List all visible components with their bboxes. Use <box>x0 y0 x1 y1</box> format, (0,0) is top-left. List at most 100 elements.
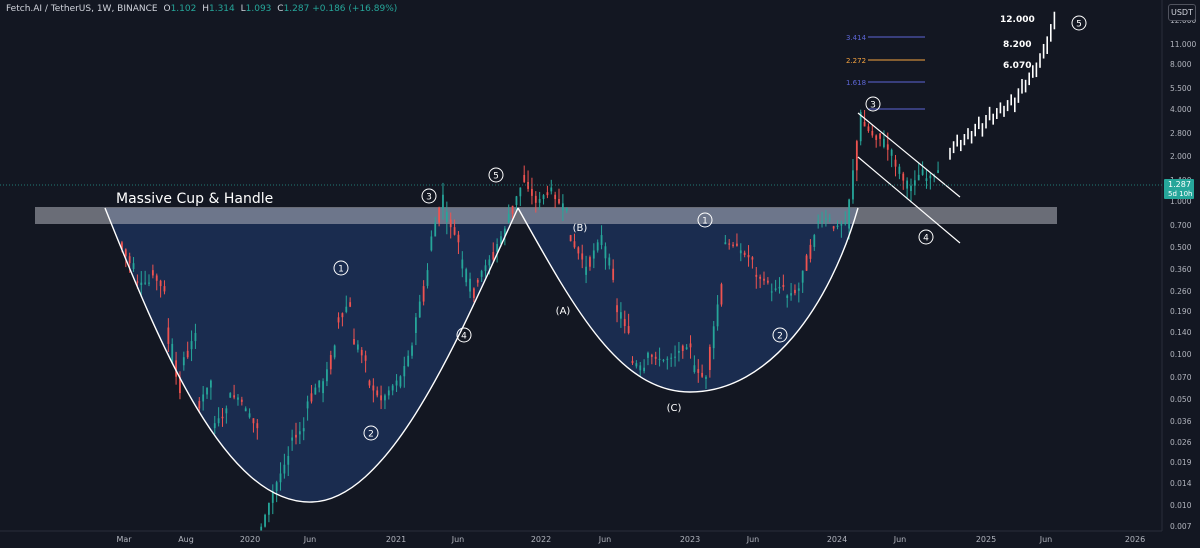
candle-body <box>151 270 154 276</box>
target-price-label: 6.070 <box>1003 61 1031 71</box>
candle-body <box>678 350 680 353</box>
change-value: +0.186 (+16.89%) <box>312 4 398 14</box>
candle-body <box>639 365 642 371</box>
candle-body <box>608 257 611 266</box>
candle-body <box>194 333 197 342</box>
candle-body <box>248 413 251 418</box>
channel-upper-line[interactable] <box>857 112 961 198</box>
channel-lower-line[interactable] <box>857 156 961 244</box>
candle-body <box>751 257 754 260</box>
candle-body <box>473 288 475 298</box>
candle-body <box>403 366 406 377</box>
candle-body <box>287 455 290 465</box>
candle-body <box>712 326 715 349</box>
candle-body <box>414 317 417 334</box>
candle-body <box>364 355 367 361</box>
time-tick-label: Mar <box>116 535 132 544</box>
candle-body <box>612 268 615 280</box>
candle-body <box>705 376 707 379</box>
candle-body <box>426 270 429 286</box>
candle-body <box>670 357 673 359</box>
candle-body <box>855 141 858 171</box>
candle-body <box>395 380 398 386</box>
candle-body <box>836 225 839 228</box>
low-value: 1.093 <box>245 4 272 14</box>
candle-body <box>523 175 526 182</box>
price-tick-label: 0.036 <box>1170 417 1192 426</box>
resistance-zone[interactable] <box>35 207 1057 224</box>
time-tick-label: Jun <box>746 535 760 544</box>
resistance-zone-layer <box>35 207 1057 224</box>
candle-body <box>650 354 653 357</box>
candle-body <box>171 343 174 363</box>
candle-body <box>894 159 897 167</box>
candle-body <box>581 253 584 260</box>
candle-body <box>264 514 266 527</box>
fib-level-label: 3.414 <box>846 34 867 42</box>
candle-body <box>476 279 479 283</box>
candle-body <box>306 401 309 409</box>
candle-body <box>438 207 441 223</box>
candle-body <box>902 173 905 181</box>
candle-body <box>674 356 676 358</box>
candle-body <box>736 243 738 246</box>
candle-body <box>380 395 382 401</box>
price-tick-label: 8.000 <box>1170 60 1192 69</box>
candle-body <box>391 385 394 391</box>
candle-body <box>573 241 576 248</box>
candle-body <box>480 271 483 277</box>
candle-body <box>318 380 321 388</box>
close-value: 1.287 <box>283 4 310 14</box>
currency-button[interactable]: USDT <box>1168 4 1196 21</box>
time-tick-label: 2026 <box>1125 535 1145 544</box>
candle-body <box>821 221 823 223</box>
candle-body <box>159 280 162 287</box>
candle-body <box>233 395 236 398</box>
candle-body <box>283 464 286 474</box>
candle-body <box>298 431 301 435</box>
wave-count-label: 2 <box>777 332 783 342</box>
candle-body <box>558 199 560 204</box>
candle-body <box>268 502 270 515</box>
candle-body <box>349 302 352 307</box>
price-tick-label: 5.500 <box>1170 84 1192 93</box>
candle-body <box>662 359 665 361</box>
candle-body <box>697 369 700 373</box>
candle-body <box>213 423 216 429</box>
target-price-label: 8.200 <box>1003 40 1031 50</box>
candle-body <box>592 250 595 259</box>
candle-body <box>805 255 808 271</box>
open-label: O <box>163 4 171 14</box>
candle-body <box>759 276 762 279</box>
time-tick-label: Aug <box>178 535 194 544</box>
wave-count-label: 3 <box>870 101 876 111</box>
candle-body <box>658 358 661 360</box>
candle-body <box>797 288 800 291</box>
price-tick-label: 0.360 <box>1170 265 1192 274</box>
candle-body <box>813 235 816 247</box>
candle-body <box>685 347 688 350</box>
price-tick-label: 0.190 <box>1170 307 1192 316</box>
price-tick-label: 0.014 <box>1170 479 1192 488</box>
high-label: H <box>202 4 209 14</box>
symbol-name[interactable]: Fetch.AI / TetherUS, 1W, BINANCE <box>6 4 158 14</box>
candle-body <box>167 327 170 344</box>
wave-count-label: 2 <box>368 430 374 440</box>
price-chart[interactable]: 3.414 2.272 1.618 Massive Cup & Handle 1 2 3 4… <box>0 0 1200 548</box>
candle-body <box>534 195 537 203</box>
candle-body <box>886 144 889 150</box>
candle-body <box>387 390 390 396</box>
candle-body <box>190 341 193 350</box>
candle-body <box>840 224 843 226</box>
candle-body <box>743 252 746 255</box>
candle-body <box>202 394 205 402</box>
candle-body <box>600 235 603 246</box>
price-tick-label: 2.800 <box>1170 129 1192 138</box>
candle-body <box>198 401 201 409</box>
projection-layer <box>949 11 1056 160</box>
candle-body <box>252 418 255 424</box>
candle-body <box>206 387 208 395</box>
price-tick-label: 11.000 <box>1170 40 1196 49</box>
wave-count-label: 4 <box>461 332 467 342</box>
candle-body <box>132 263 135 269</box>
